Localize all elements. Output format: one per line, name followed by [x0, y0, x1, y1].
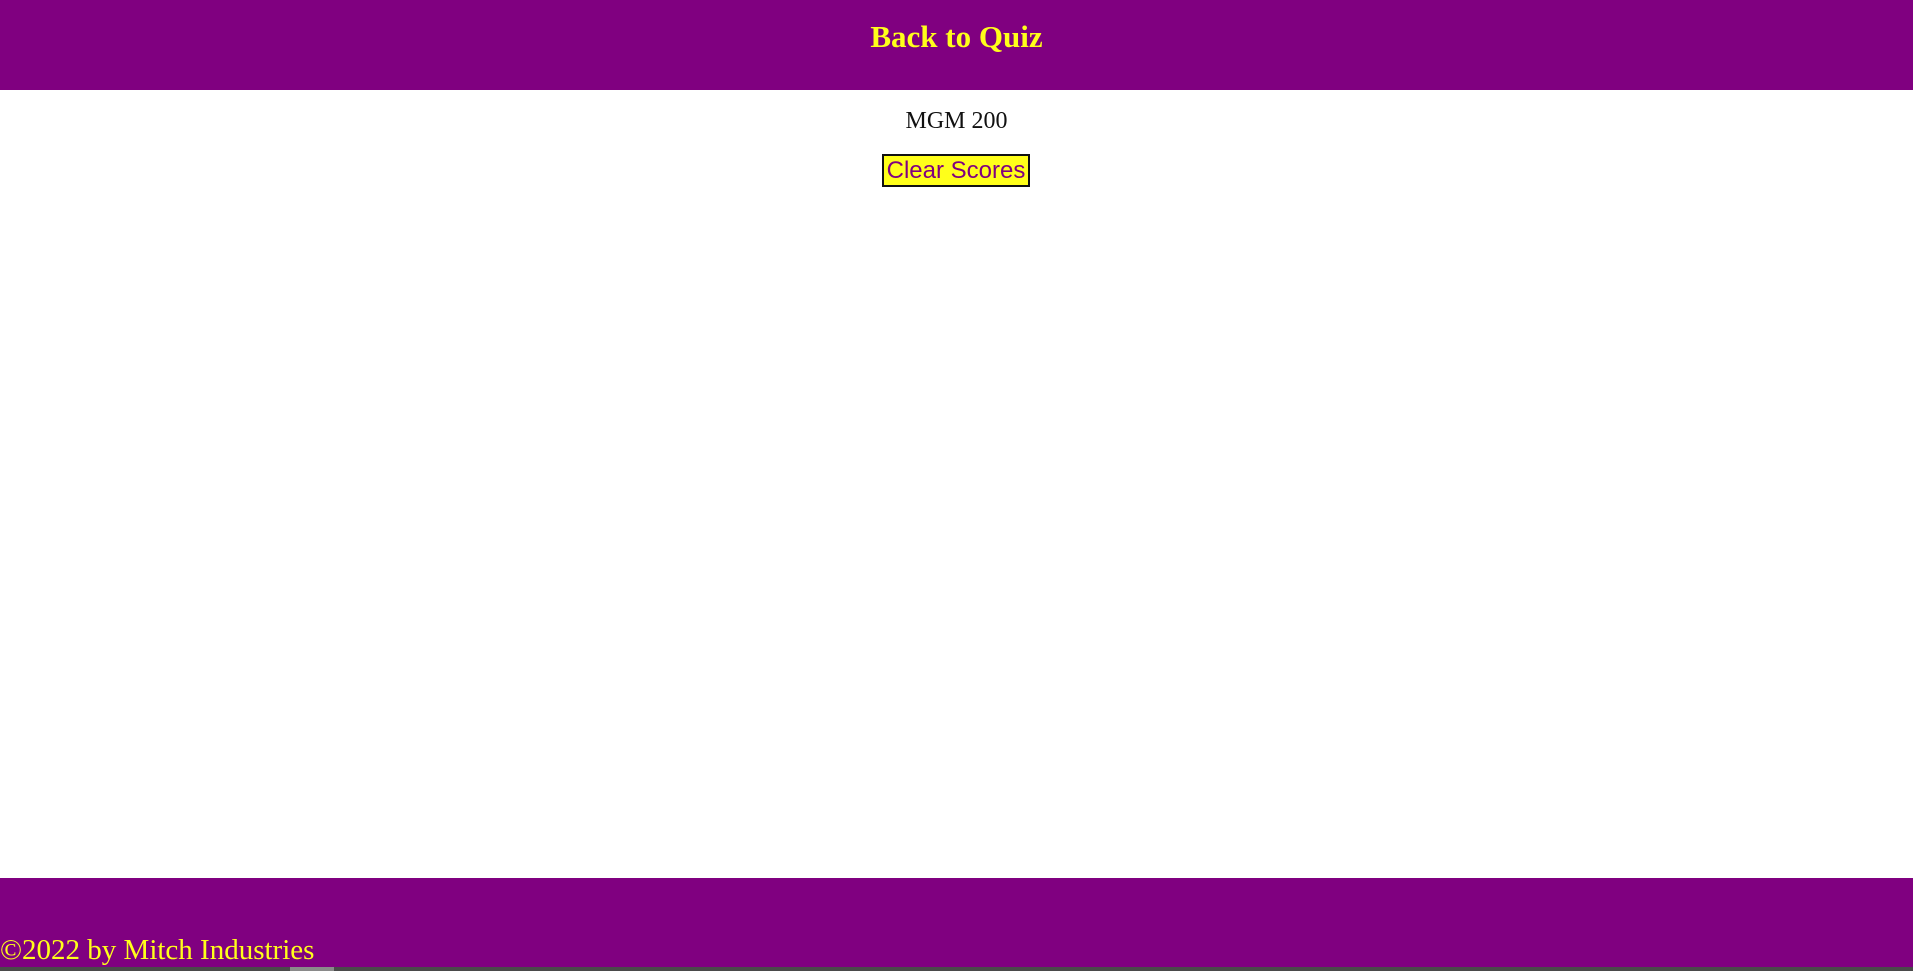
score-entry: MGM 200 — [905, 108, 1008, 134]
footer-bar: ©2022 by Mitch Industries — [0, 878, 1913, 971]
clear-scores-button[interactable]: Clear Scores — [882, 154, 1030, 187]
horizontal-scrollbar[interactable] — [0, 967, 1913, 971]
back-to-quiz-link[interactable]: Back to Quiz — [870, 19, 1042, 55]
page: Back to Quiz MGM 200 Clear Scores ©2022 … — [0, 0, 1913, 971]
copyright-text: ©2022 by Mitch Industries — [0, 934, 315, 966]
main-content: MGM 200 Clear Scores — [0, 90, 1913, 878]
scrollbar-thumb[interactable] — [290, 967, 334, 971]
header-bar: Back to Quiz — [0, 0, 1913, 90]
